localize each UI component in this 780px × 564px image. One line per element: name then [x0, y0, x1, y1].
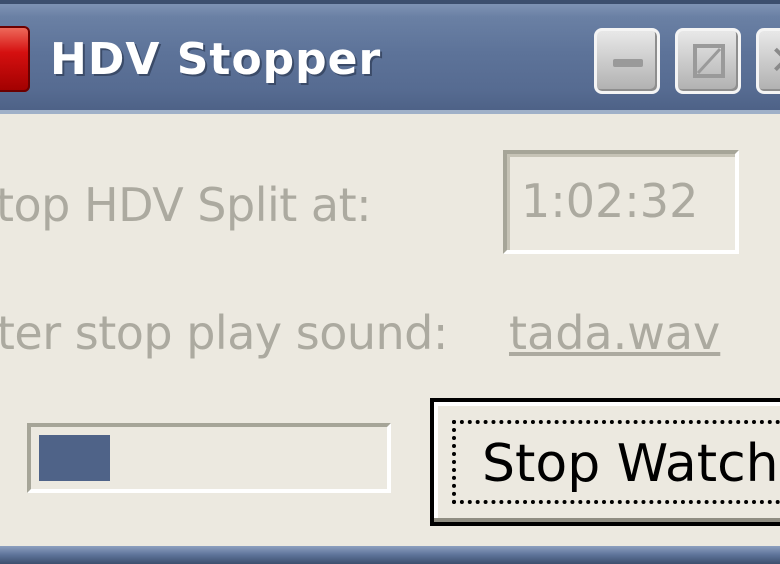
stop-time-value: 1:02:32 [521, 174, 699, 228]
title-bar-divider [0, 110, 780, 114]
stop-watch-button[interactable]: Stop Watch [430, 398, 780, 526]
window-title: HDV Stopper [50, 34, 382, 85]
maximize-button[interactable] [675, 28, 741, 94]
app-icon[interactable] [0, 26, 30, 92]
title-bar[interactable]: HDV Stopper ✕ [0, 0, 780, 112]
stop-split-label: top HDV Split at: [0, 178, 372, 232]
window-bottom-frame [0, 546, 780, 564]
hdv-stopper-window: HDV Stopper ✕ top HDV Split at: 1:02:32 … [0, 0, 780, 564]
close-icon: ✕ [769, 39, 780, 83]
stop-time-field[interactable]: 1:02:32 [503, 150, 739, 254]
after-stop-sound-label: fter stop play sound: [0, 306, 448, 360]
close-button[interactable]: ✕ [756, 28, 780, 94]
minimize-button[interactable] [594, 28, 660, 94]
sound-file-link[interactable]: tada.wav [509, 306, 720, 360]
progress-fill [39, 435, 110, 481]
minimize-icon [613, 59, 643, 67]
progress-bar [27, 423, 391, 493]
stop-watch-label: Stop Watch [482, 434, 779, 494]
maximize-icon [693, 44, 725, 78]
